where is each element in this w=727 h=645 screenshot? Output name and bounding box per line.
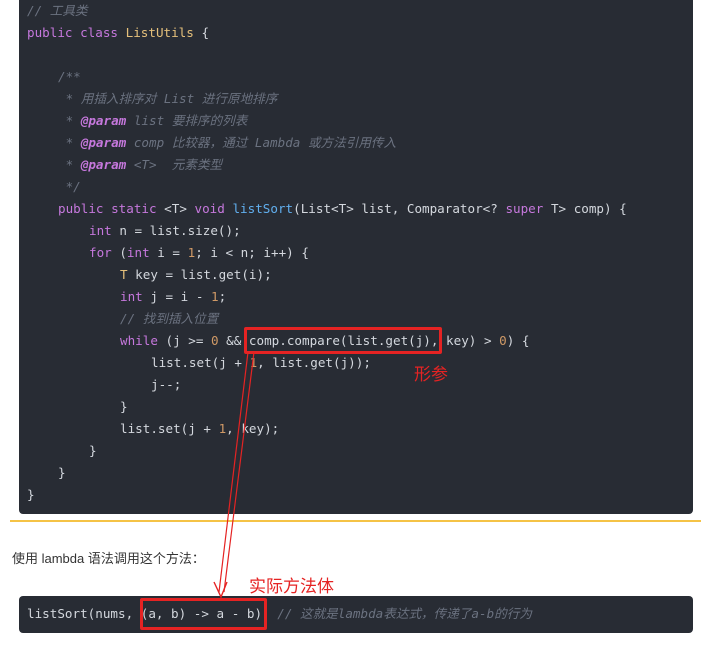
arrow-line-1 (218, 351, 249, 593)
annotation-arrow (213, 351, 255, 599)
arrow-line-2 (223, 351, 255, 593)
